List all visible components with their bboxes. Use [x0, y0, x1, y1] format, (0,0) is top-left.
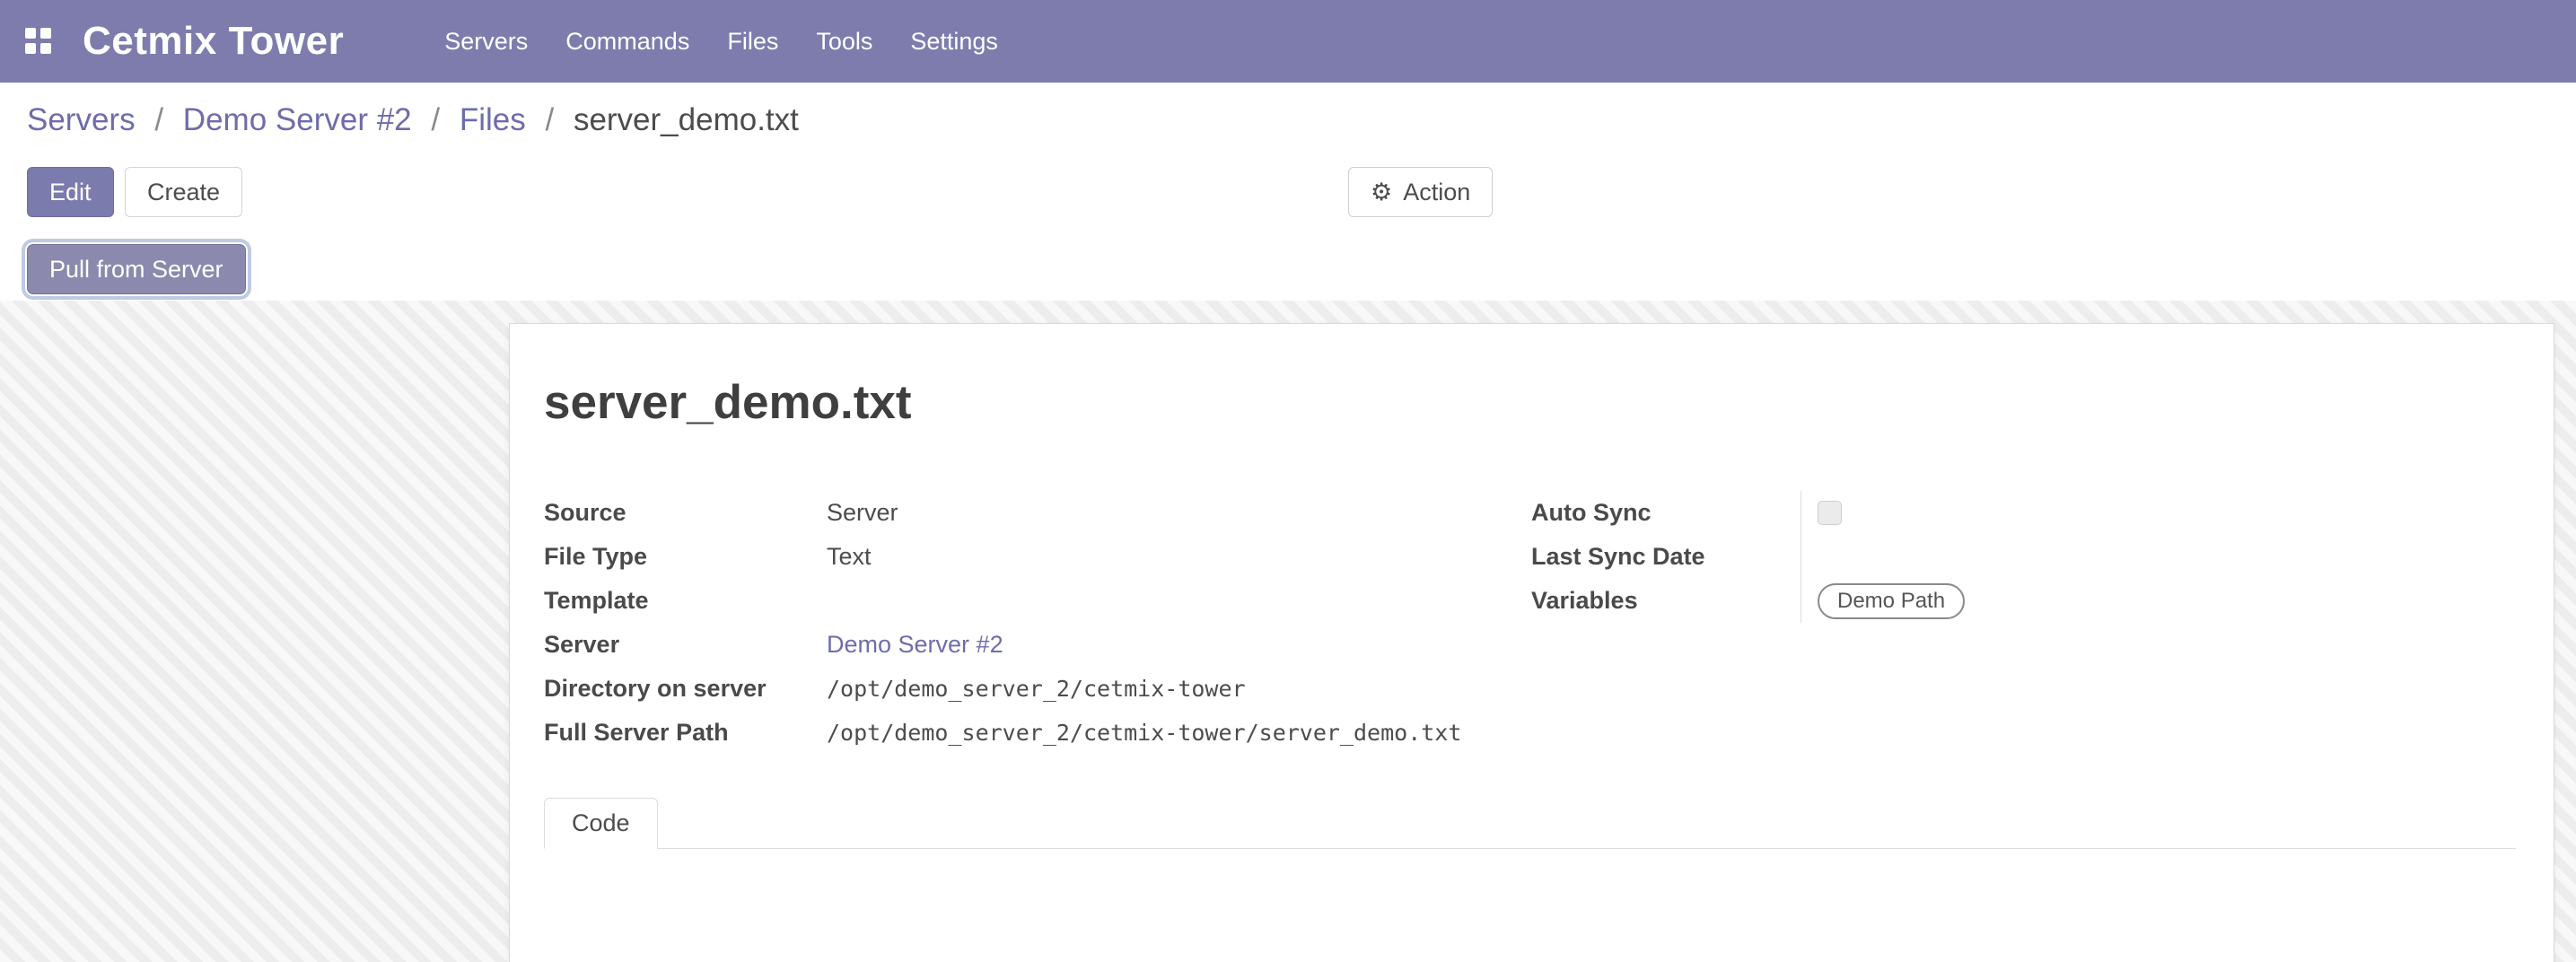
field-label: Source [544, 499, 827, 527]
breadcrumb-servers[interactable]: Servers [27, 102, 136, 137]
field-label: Variables [1531, 587, 1801, 615]
field-value-source: Server [827, 499, 898, 527]
breadcrumb: Servers / Demo Server #2 / Files / serve… [27, 97, 2549, 144]
gear-icon: ⚙ [1371, 180, 1392, 205]
menu-commands[interactable]: Commands [565, 28, 689, 56]
variable-tag-demo-path: Demo Path [1818, 583, 1965, 619]
brand-title[interactable]: Cetmix Tower [83, 19, 344, 64]
field-label: Directory on server [544, 675, 827, 703]
field-row-server: Server Demo Server #2 [544, 623, 1531, 667]
breadcrumb-current: server_demo.txt [574, 102, 799, 137]
field-row-full-path: Full Server Path /opt/demo_server_2/cetm… [544, 711, 1531, 755]
auto-sync-checkbox[interactable] [1818, 501, 1842, 525]
field-value-file-type: Text [827, 543, 872, 571]
main-content: server_demo.txt Source Server File Type … [0, 301, 2576, 962]
field-label: Auto Sync [1531, 499, 1801, 527]
action-button[interactable]: ⚙ Action [1348, 167, 1493, 217]
form-fields: Source Server File Type Text Template Se… [544, 491, 2516, 755]
apps-grid-icon[interactable] [25, 28, 52, 55]
tab-code-content [544, 849, 2516, 962]
edit-button[interactable]: Edit [27, 167, 114, 217]
field-row-template: Template [544, 579, 1531, 623]
notebook-tabs: Code [544, 798, 2516, 849]
field-value-last-sync-date [1801, 535, 2429, 579]
tab-code[interactable]: Code [544, 798, 658, 849]
field-label: Full Server Path [544, 719, 827, 747]
breadcrumb-separator: / [431, 102, 440, 137]
field-label: Server [544, 631, 827, 659]
breadcrumb-separator: / [545, 102, 554, 137]
control-panel: Servers / Demo Server #2 / Files / serve… [0, 83, 2576, 301]
field-label: File Type [544, 543, 827, 571]
field-value-auto-sync [1801, 491, 2429, 535]
fields-right-column: Auto Sync Last Sync Date Variables Demo … [1531, 491, 2429, 755]
field-row-last-sync-date: Last Sync Date [1531, 535, 2429, 579]
breadcrumb-separator: / [154, 102, 163, 137]
menu-settings[interactable]: Settings [910, 28, 998, 56]
pull-row: Pull from Server [27, 244, 2549, 294]
field-label: Template [544, 587, 827, 615]
field-value-variables: Demo Path [1801, 579, 2429, 623]
field-row-auto-sync: Auto Sync [1531, 491, 2429, 535]
field-row-variables: Variables Demo Path [1531, 579, 2429, 623]
fields-left-column: Source Server File Type Text Template Se… [544, 491, 1531, 755]
create-button[interactable]: Create [125, 167, 242, 217]
field-row-directory: Directory on server /opt/demo_server_2/c… [544, 667, 1531, 711]
field-value-server-link[interactable]: Demo Server #2 [827, 631, 1003, 659]
field-value-full-path: /opt/demo_server_2/cetmix-tower/server_d… [827, 720, 1461, 746]
top-navbar: Cetmix Tower Servers Commands Files Tool… [0, 0, 2576, 83]
menu-tools[interactable]: Tools [816, 28, 872, 56]
breadcrumb-demo-server[interactable]: Demo Server #2 [183, 102, 412, 137]
field-row-file-type: File Type Text [544, 535, 1531, 579]
button-row: Edit Create ⚙ Action [27, 167, 2549, 217]
field-value-directory: /opt/demo_server_2/cetmix-tower [827, 676, 1246, 702]
action-button-label: Action [1403, 178, 1470, 206]
breadcrumb-files[interactable]: Files [460, 102, 526, 137]
page-title: server_demo.txt [544, 374, 2516, 432]
pull-from-server-button[interactable]: Pull from Server [27, 244, 246, 294]
main-menu: Servers Commands Files Tools Settings [444, 28, 998, 56]
menu-servers[interactable]: Servers [444, 28, 528, 56]
menu-files[interactable]: Files [727, 28, 778, 56]
form-sheet: server_demo.txt Source Server File Type … [509, 323, 2554, 962]
field-label: Last Sync Date [1531, 543, 1801, 571]
field-row-source: Source Server [544, 491, 1531, 535]
